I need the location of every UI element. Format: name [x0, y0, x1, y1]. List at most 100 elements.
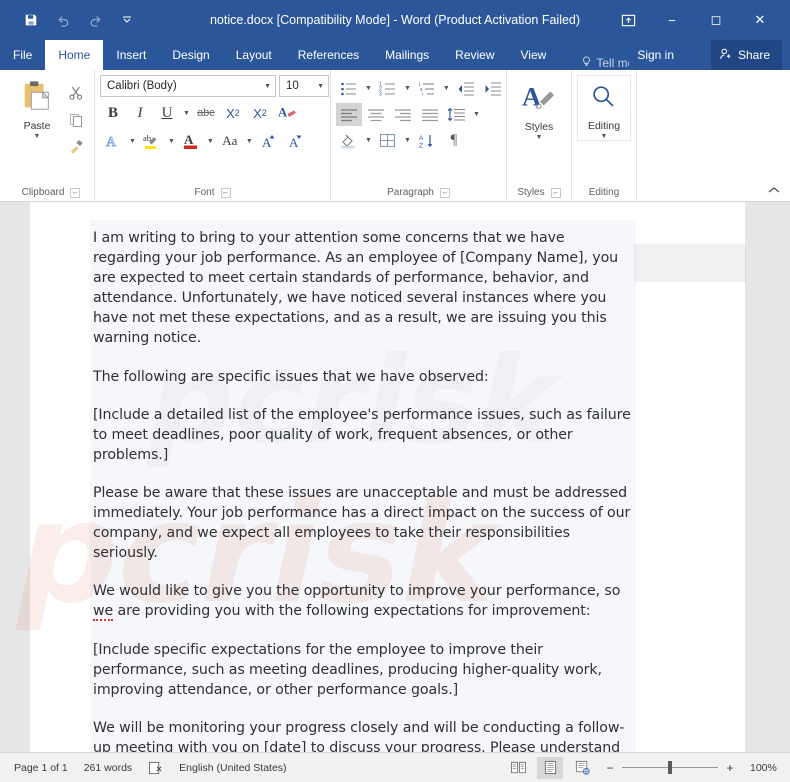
font-name-combo[interactable]: Calibri (Body) ▼	[100, 75, 276, 97]
editing-button[interactable]: Editing ▼	[577, 75, 631, 141]
bullets-chevron-down-icon[interactable]: ▼	[363, 85, 374, 92]
tab-home[interactable]: Home	[45, 40, 104, 70]
subscript-button[interactable]: X2	[220, 101, 246, 125]
document-page[interactable]: pcrisk pcrisk pcrisk I am writing to bri…	[3, 202, 766, 752]
font-color-icon[interactable]: A	[178, 129, 204, 153]
text-effects-icon[interactable]: A	[100, 129, 126, 153]
minimize-button[interactable]: −	[650, 3, 694, 37]
view-read-mode-button[interactable]	[505, 757, 531, 779]
decrease-indent-icon[interactable]	[453, 77, 479, 100]
close-button[interactable]: ✕	[738, 3, 782, 37]
tab-view[interactable]: View	[508, 40, 560, 70]
numbering-icon[interactable]: 123	[375, 77, 401, 100]
page-indicator[interactable]: Page 1 of 1	[14, 762, 68, 774]
zoom-slider[interactable]: − +	[605, 761, 735, 775]
change-case-chevron-down-icon[interactable]: ▼	[244, 138, 255, 145]
share-button[interactable]: Share	[710, 40, 782, 70]
clipboard-dialog-launcher[interactable]: ⌐	[70, 187, 81, 198]
bullets-icon[interactable]	[336, 77, 362, 100]
borders-icon[interactable]	[375, 129, 401, 152]
tab-design[interactable]: Design	[159, 40, 222, 70]
line-spacing-chevron-down-icon[interactable]: ▼	[471, 111, 482, 118]
text-highlight-color-icon[interactable]: ab	[139, 129, 165, 153]
document-area[interactable]: pcrisk pcrisk pcrisk I am writing to bri…	[0, 202, 790, 752]
styles-dialog-launcher[interactable]: ⌐	[550, 187, 561, 198]
language-indicator[interactable]: English (United States)	[179, 762, 286, 774]
underline-chevron-down-icon[interactable]: ▼	[181, 110, 192, 117]
customize-quick-access-chevron-down-icon[interactable]	[112, 7, 142, 33]
tab-references[interactable]: References	[285, 40, 372, 70]
shrink-font-icon[interactable]: A	[283, 129, 309, 153]
align-center-icon[interactable]	[363, 103, 389, 126]
shading-icon[interactable]	[336, 129, 362, 152]
format-painter-icon[interactable]	[63, 135, 89, 159]
paragraph-text-before: We would like to give you the opportunit…	[93, 583, 621, 600]
grow-font-icon[interactable]: A	[256, 129, 282, 153]
paste-button[interactable]: Paste ▼	[13, 75, 61, 140]
line-spacing-icon[interactable]	[444, 103, 470, 126]
font-name-chevron-down-icon[interactable]: ▼	[258, 83, 271, 90]
ribbon-display-options-icon[interactable]	[606, 3, 650, 37]
align-right-icon[interactable]	[390, 103, 416, 126]
multilevel-chevron-down-icon[interactable]: ▼	[441, 85, 452, 92]
numbering-chevron-down-icon[interactable]: ▼	[402, 85, 413, 92]
font-dialog-launcher[interactable]: ⌐	[220, 187, 231, 198]
zoom-track[interactable]	[622, 761, 718, 774]
multilevel-list-icon[interactable]: 1ai	[414, 77, 440, 100]
zoom-in-button[interactable]: +	[725, 761, 735, 775]
clear-formatting-icon[interactable]: A	[274, 101, 300, 125]
superscript-button[interactable]: X2	[247, 101, 273, 125]
shading-chevron-down-icon[interactable]: ▼	[363, 137, 374, 144]
tab-insert[interactable]: Insert	[103, 40, 159, 70]
zoom-thumb[interactable]	[668, 761, 672, 774]
tab-file[interactable]: File	[0, 40, 45, 70]
word-count[interactable]: 261 words	[84, 762, 132, 774]
show-marks-icon[interactable]: ¶	[441, 129, 467, 152]
highlight-chevron-down-icon[interactable]: ▼	[166, 138, 177, 145]
styles-chevron-down-icon[interactable]: ▼	[536, 134, 543, 141]
zoom-out-button[interactable]: −	[605, 761, 615, 775]
align-left-icon[interactable]	[336, 103, 362, 126]
copy-icon[interactable]	[63, 108, 89, 132]
spelling-errors-icon[interactable]: ✕	[148, 761, 163, 775]
document-paragraph: [Include specific expectations for the e…	[93, 641, 602, 698]
tab-mailings[interactable]: Mailings	[372, 40, 442, 70]
document-text-body[interactable]: I am writing to bring to your attention …	[93, 228, 633, 752]
sort-icon[interactable]: AZ	[414, 129, 440, 152]
bold-button[interactable]: B	[100, 101, 126, 125]
styles-button[interactable]: A Styles ▼	[512, 75, 566, 141]
styles-button-label: Styles	[524, 121, 554, 133]
justify-icon[interactable]	[417, 103, 443, 126]
redo-icon[interactable]	[80, 7, 110, 33]
increase-indent-icon[interactable]	[480, 77, 506, 100]
tab-layout[interactable]: Layout	[223, 40, 285, 70]
font-size-combo[interactable]: 10 ▼	[279, 75, 329, 97]
undo-icon[interactable]	[48, 7, 78, 33]
page-shadow-artifact	[634, 244, 746, 282]
paragraph-group-label: Paragraph ⌐	[336, 184, 501, 201]
misspelled-word[interactable]: we	[93, 603, 113, 622]
restore-button[interactable]: ◻	[694, 3, 738, 37]
text-effects-chevron-down-icon[interactable]: ▼	[127, 138, 138, 145]
zoom-level[interactable]: 100%	[750, 762, 780, 774]
editing-chevron-down-icon[interactable]: ▼	[601, 133, 608, 140]
sign-in-button[interactable]: Sign in	[629, 40, 682, 70]
strikethrough-button[interactable]: abc	[193, 101, 219, 125]
ribbon-group-clipboard: Paste ▼ Clipboard ⌐	[8, 70, 95, 201]
collapse-ribbon-chevron-up-icon[interactable]	[768, 185, 780, 197]
save-icon[interactable]	[16, 7, 46, 33]
view-print-layout-button[interactable]	[537, 756, 563, 779]
view-web-layout-button[interactable]	[569, 757, 595, 779]
font-color-chevron-down-icon[interactable]: ▼	[205, 138, 216, 145]
cut-scissors-icon[interactable]	[63, 81, 89, 105]
font-size-chevron-down-icon[interactable]: ▼	[311, 83, 324, 90]
change-case-button[interactable]: Aa	[217, 129, 243, 153]
paste-chevron-down-icon[interactable]: ▼	[34, 133, 41, 140]
italic-button[interactable]: I	[127, 101, 153, 125]
borders-chevron-down-icon[interactable]: ▼	[402, 137, 413, 144]
underline-button[interactable]: U	[154, 101, 180, 125]
word-window: notice.docx [Compatibility Mode] - Word …	[0, 0, 790, 782]
tell-me-search[interactable]: Tell me	[577, 56, 629, 70]
tab-review[interactable]: Review	[442, 40, 507, 70]
paragraph-dialog-launcher[interactable]: ⌐	[439, 187, 450, 198]
